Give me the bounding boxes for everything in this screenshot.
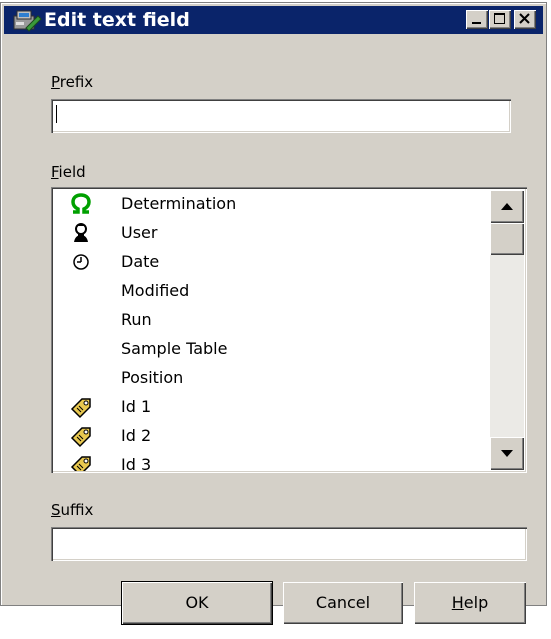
suffix-label: Suffix [51,501,94,519]
close-icon [519,13,530,24]
list-item-modified[interactable]: Modified [53,277,489,306]
tag-icon [70,398,91,419]
list-item-sample-table[interactable]: Sample Table [53,335,489,364]
edit-text-field-dialog: Edit text field Prefix Field Determinati… [0,2,547,606]
list-item-label: Modified [121,281,190,300]
cancel-button[interactable]: Cancel [283,582,403,624]
list-item-id-3[interactable]: Id 3 [53,451,489,471]
tag-icon [70,427,91,448]
help-button-label: Help [451,593,489,612]
arrow-down-icon [501,450,513,457]
minimize-button[interactable] [466,10,488,29]
field-label: Field [51,163,86,181]
list-item-date[interactable]: Date [53,248,489,277]
arrow-up-icon [501,203,513,210]
title-bar[interactable]: Edit text field [4,6,543,34]
help-button[interactable]: Help [414,582,526,624]
list-item-label: Run [121,310,152,329]
list-item-position[interactable]: Position [53,364,489,393]
list-item-label: Sample Table [121,339,228,358]
minimize-icon [472,22,481,24]
tag-icon [70,456,91,471]
omega-icon [71,193,91,214]
user-icon [74,223,88,242]
list-item-label: User [121,223,158,242]
list-item-id-1[interactable]: Id 1 [53,393,489,422]
suffix-input-box[interactable] [51,527,527,561]
list-item-determination[interactable]: Determination [53,190,489,219]
prefix-label: Prefix [51,73,94,91]
list-item-user[interactable]: User [53,219,489,248]
list-item-label: Determination [121,194,237,213]
list-item-label: Date [121,252,160,271]
app-icon [13,10,42,32]
vertical-scrollbar[interactable] [490,190,524,470]
ok-button-label: OK [185,593,209,612]
list-item-id-2[interactable]: Id 2 [53,422,489,451]
maximize-button[interactable] [489,10,511,29]
list-item-label: Id 3 [121,455,152,471]
prefix-input-box[interactable] [51,99,511,133]
window-title: Edit text field [44,9,190,31]
list-item-label: Id 1 [121,397,152,416]
list-item-run[interactable]: Run [53,306,489,335]
suffix-input[interactable] [54,530,524,558]
ok-button[interactable]: OK [122,582,272,624]
scroll-thumb[interactable] [490,223,524,255]
close-button[interactable] [514,10,536,29]
list-item-label: Position [121,368,184,387]
text-caret [56,105,57,123]
maximize-icon [494,13,505,24]
scroll-up-button[interactable] [490,190,524,223]
list-item-label: Id 2 [121,426,152,445]
prefix-input[interactable] [54,102,508,130]
field-listbox[interactable]: Determination User Date Modified Run Sam… [51,187,527,473]
scroll-down-button[interactable] [490,437,524,470]
clock-icon [73,254,89,270]
field-list: Determination User Date Modified Run Sam… [53,190,489,471]
cancel-button-label: Cancel [315,593,371,612]
